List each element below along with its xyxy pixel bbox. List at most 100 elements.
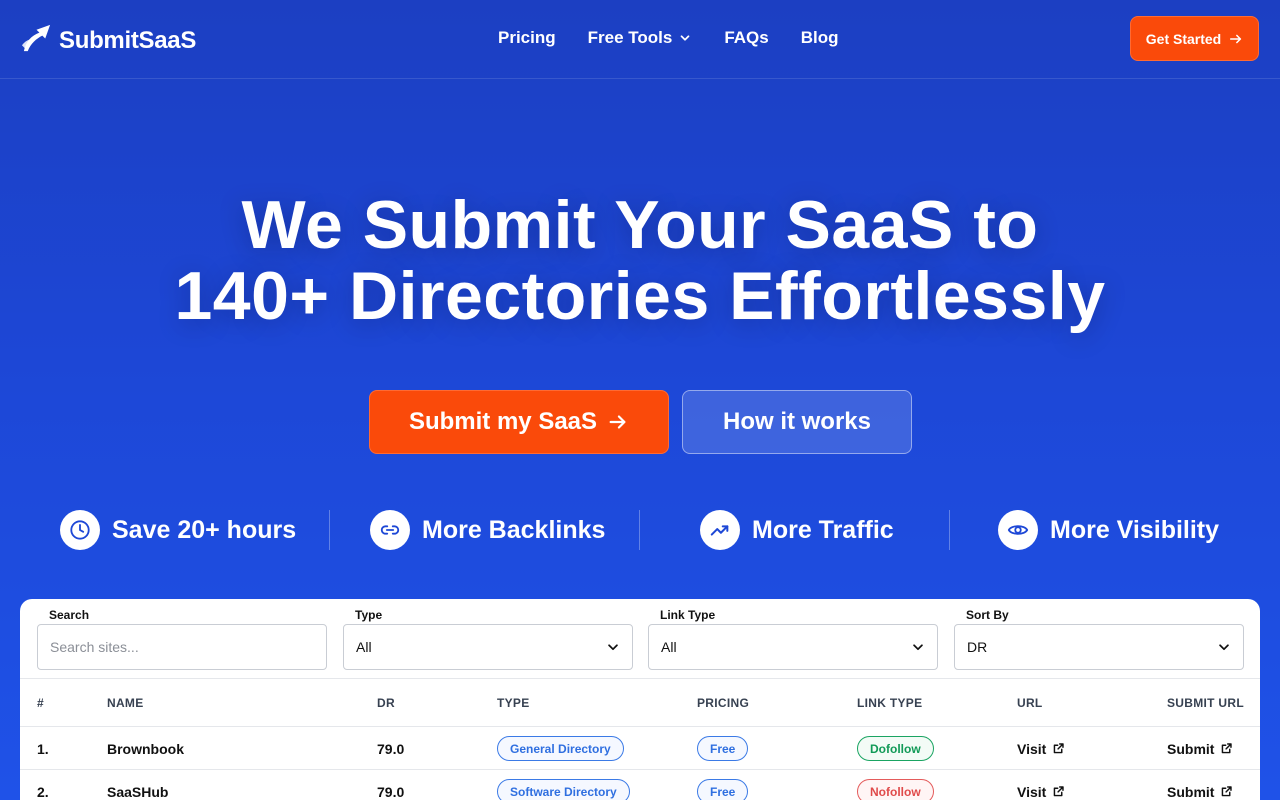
- get-started-button[interactable]: Get Started: [1130, 16, 1259, 61]
- chevron-down-icon: [913, 644, 923, 651]
- row-link-type: Dofollow: [857, 727, 934, 770]
- hero-title: We Submit Your SaaS to 140+ Directories …: [0, 190, 1280, 332]
- submit-link[interactable]: Submit: [1167, 770, 1233, 800]
- row-number: 1.: [37, 740, 49, 757]
- type-filter: Type All: [343, 608, 633, 670]
- column-header-dr[interactable]: DR: [377, 696, 395, 710]
- feature-more-traffic: More Traffic: [700, 510, 894, 550]
- submit-link-label: Submit: [1167, 783, 1215, 800]
- trending-up-icon: [700, 510, 740, 550]
- sort-by-label: Sort By: [966, 608, 1009, 622]
- nav-link-blog[interactable]: Blog: [801, 28, 839, 48]
- link-icon: [370, 510, 410, 550]
- chevron-down-icon: [680, 35, 690, 41]
- column-header-name[interactable]: NAME: [107, 696, 144, 710]
- clock-icon: [60, 510, 100, 550]
- column-header-url: URL: [1017, 696, 1043, 710]
- get-started-label: Get Started: [1145, 30, 1222, 47]
- pricing-badge: Free: [697, 779, 749, 800]
- row-dr: 79.0: [377, 783, 405, 800]
- filter-bar: Search Search sites... Type All Link Typ…: [20, 599, 1260, 679]
- type-badge: General Directory: [497, 736, 624, 761]
- nav-link-pricing[interactable]: Pricing: [498, 28, 556, 48]
- table-header: # NAME DR TYPE PRICING LINK TYPE URL SUB…: [20, 679, 1260, 727]
- feature-divider: [639, 510, 640, 550]
- external-link-icon: [1054, 743, 1065, 754]
- feature-more-visibility: More Visibility: [998, 510, 1219, 550]
- row-name: SaaSHub: [107, 783, 169, 800]
- nav-menu: Pricing Free Tools FAQs Blog: [498, 28, 839, 48]
- search-placeholder: Search sites...: [50, 639, 139, 655]
- row-dr: 79.0: [377, 740, 405, 757]
- column-header-type[interactable]: TYPE: [497, 696, 530, 710]
- sort-by-select-value: DR: [967, 639, 988, 655]
- type-select-value: All: [356, 639, 372, 655]
- type-badge: Software Directory: [497, 779, 630, 800]
- feature-highlights: Save 20+ hours More Backlinks More Traff…: [0, 510, 1280, 550]
- table-row: 2. SaaSHub 79.0 Software Directory Free …: [20, 770, 1260, 800]
- feature-more-backlinks: More Backlinks: [370, 510, 605, 550]
- nav-link-free-tools[interactable]: Free Tools: [588, 28, 693, 48]
- arrow-right-icon: [609, 415, 626, 429]
- submit-link-label: Submit: [1167, 740, 1215, 757]
- row-name: Brownbook: [107, 740, 184, 757]
- brand-logo[interactable]: SubmitSaaS: [20, 22, 196, 60]
- link-type-filter: Link Type All: [648, 608, 938, 670]
- row-type: General Directory: [497, 727, 624, 770]
- chevron-down-icon: [1219, 644, 1229, 651]
- type-select[interactable]: All: [343, 624, 633, 670]
- feature-save-hours: Save 20+ hours: [60, 510, 296, 550]
- arrow-right-icon: [1230, 34, 1242, 43]
- link-type-select-value: All: [661, 639, 677, 655]
- row-pricing: Free: [697, 727, 749, 770]
- brand-name: SubmitSaaS: [59, 27, 197, 54]
- visit-link-label: Visit: [1017, 740, 1047, 757]
- column-header-number: #: [37, 696, 44, 710]
- nav-link-label: Blog: [800, 28, 839, 47]
- search-filter: Search Search sites...: [37, 608, 327, 670]
- type-label: Type: [355, 608, 383, 622]
- row-number: 2.: [37, 783, 49, 800]
- table-row: 1. Brownbook 79.0 General Directory Free…: [20, 727, 1260, 770]
- sort-by-select[interactable]: DR: [954, 624, 1244, 670]
- external-link-icon: [1054, 786, 1065, 797]
- chevron-down-icon: [608, 644, 618, 651]
- link-type-label: Link Type: [660, 608, 716, 622]
- column-header-link-type[interactable]: LINK TYPE: [857, 696, 922, 710]
- external-link-icon: [1222, 786, 1233, 797]
- visit-link[interactable]: Visit: [1017, 770, 1065, 800]
- sort-by-filter: Sort By DR: [954, 608, 1244, 670]
- link-type-badge: Nofollow: [857, 779, 934, 800]
- row-pricing: Free: [697, 770, 749, 800]
- top-navbar: SubmitSaaS Pricing Free Tools FAQs Blog …: [0, 0, 1280, 79]
- column-header-pricing[interactable]: PRICING: [697, 696, 749, 710]
- eye-icon: [998, 510, 1038, 550]
- submit-link[interactable]: Submit: [1167, 727, 1233, 770]
- visit-link[interactable]: Visit: [1017, 727, 1065, 770]
- feature-divider: [329, 510, 330, 550]
- hero-title-line-1: We Submit Your SaaS to: [241, 187, 1039, 263]
- feature-label: More Visibility: [1050, 515, 1220, 544]
- feature-label: Save 20+ hours: [112, 515, 297, 544]
- external-link-icon: [1222, 743, 1233, 754]
- row-type: Software Directory: [497, 770, 630, 800]
- rocket-arrow-icon: [20, 22, 53, 60]
- feature-label: More Traffic: [752, 515, 894, 544]
- link-type-badge: Dofollow: [857, 736, 934, 761]
- submit-my-saas-label: Submit my SaaS: [408, 408, 598, 435]
- visit-link-label: Visit: [1017, 783, 1047, 800]
- how-it-works-button[interactable]: How it works: [682, 390, 912, 454]
- search-label: Search: [49, 608, 90, 622]
- link-type-select[interactable]: All: [648, 624, 938, 670]
- nav-link-faqs[interactable]: FAQs: [724, 28, 768, 48]
- search-input[interactable]: Search sites...: [37, 624, 327, 670]
- nav-link-label: Pricing: [498, 28, 556, 47]
- hero-title-line-2: 140+ Directories Effortlessly: [174, 258, 1106, 334]
- column-header-submit-url: SUBMIT URL: [1167, 696, 1244, 710]
- nav-link-label: FAQs: [724, 28, 769, 47]
- directory-table-card: Search Search sites... Type All Link Typ…: [20, 599, 1260, 800]
- submit-my-saas-button[interactable]: Submit my SaaS: [369, 390, 669, 454]
- pricing-badge: Free: [697, 736, 749, 761]
- feature-label: More Backlinks: [422, 515, 606, 544]
- row-link-type: Nofollow: [857, 770, 934, 800]
